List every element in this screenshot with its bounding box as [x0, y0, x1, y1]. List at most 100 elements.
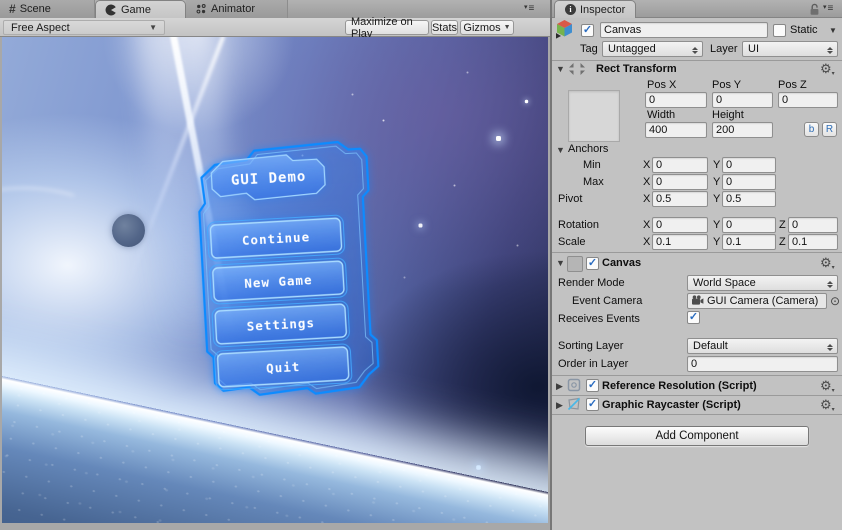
maximize-on-play-label: Maximize on Play — [351, 15, 413, 40]
gizmos-label: Gizmos — [463, 21, 501, 34]
canvas-component-icon — [567, 256, 583, 272]
divider — [552, 395, 842, 396]
scene-icon: # — [9, 2, 16, 16]
pos-y-field[interactable] — [712, 92, 773, 108]
canvas-component-title: Canvas — [602, 257, 642, 269]
render-mode-label: Render Mode — [558, 277, 625, 289]
pos-x-label: Pos X — [647, 79, 677, 91]
width-field[interactable] — [645, 122, 707, 138]
quit-button-label: Quit — [266, 359, 301, 376]
gear-icon[interactable]: ⚙▾ — [820, 62, 835, 81]
continue-button[interactable]: Continue — [206, 214, 346, 262]
info-icon: i — [565, 4, 576, 15]
aspect-dropdown[interactable]: Free Aspect ▼ — [3, 20, 165, 35]
tab-animator-label: Animator — [211, 3, 256, 15]
game-viewport: GUI Demo Continue New Game Settings Quit — [2, 37, 548, 523]
object-picker-icon[interactable]: ⊙ — [830, 295, 840, 307]
reference-resolution-foldout[interactable]: ▶ — [556, 381, 563, 392]
raw-edit-mode-button[interactable]: R — [822, 122, 837, 137]
anchor-preset-preview[interactable] — [568, 90, 620, 142]
anchor-max-y-field[interactable] — [722, 174, 776, 190]
y-axis-label: Y — [713, 236, 721, 248]
graphic-raycaster-enabled-checkbox[interactable] — [586, 398, 599, 411]
tab-animator[interactable]: Animator — [186, 0, 288, 18]
gameobject-name-field[interactable] — [600, 22, 768, 38]
x-axis-label: X — [643, 236, 651, 248]
pos-y-label: Pos Y — [712, 79, 742, 91]
anchors-label: Anchors — [568, 143, 609, 155]
rotation-y-field[interactable] — [722, 217, 776, 233]
pivot-label: Pivot — [558, 193, 583, 205]
scale-x-field[interactable] — [652, 234, 708, 250]
quit-button[interactable]: Quit — [214, 343, 353, 391]
pivot-y-field[interactable] — [722, 191, 776, 207]
tab-inspector[interactable]: i Inspector — [554, 0, 637, 18]
height-label: Height — [712, 109, 744, 121]
sorting-layer-dropdown[interactable]: Default — [687, 338, 838, 354]
rotation-z-field[interactable] — [788, 217, 838, 233]
render-mode-value: World Space — [693, 277, 756, 289]
pivot-x-field[interactable] — [652, 191, 708, 207]
tag-dropdown[interactable]: Untagged — [602, 41, 703, 57]
stats-button[interactable]: Stats — [431, 20, 458, 35]
sorting-layer-label: Sorting Layer — [558, 340, 624, 352]
canvas-foldout[interactable]: ▼ — [556, 258, 565, 268]
reference-resolution-enabled-checkbox[interactable] — [586, 379, 599, 392]
render-mode-dropdown[interactable]: World Space — [687, 275, 838, 291]
left-pane-menu-icon[interactable]: ▾≡ — [524, 3, 535, 14]
tab-game[interactable]: Game — [95, 0, 186, 18]
static-label: Static — [790, 24, 818, 36]
y-axis-label: Y — [713, 219, 721, 231]
pos-z-field[interactable] — [778, 92, 838, 108]
rect-transform-foldout[interactable]: ▼ — [556, 64, 565, 74]
anchor-max-x-field[interactable] — [652, 174, 708, 190]
tab-scene-label: Scene — [19, 3, 51, 15]
add-component-label: Add Component — [655, 430, 739, 442]
scale-z-field[interactable] — [788, 234, 838, 250]
gear-icon[interactable]: ⚙▾ — [820, 256, 835, 275]
rotation-label: Rotation — [558, 219, 599, 231]
anchor-min-x-field[interactable] — [652, 157, 708, 173]
height-field[interactable] — [712, 122, 773, 138]
lock-icon[interactable] — [809, 3, 820, 21]
anchor-min-y-field[interactable] — [722, 157, 776, 173]
stars-decoration — [2, 37, 3, 38]
layer-dropdown[interactable]: UI — [742, 41, 838, 57]
event-camera-label: Event Camera — [572, 295, 643, 307]
inspector-menu-icon[interactable]: ▾≡ — [823, 3, 834, 14]
blueprint-mode-button[interactable]: b — [804, 122, 819, 137]
event-camera-object-field[interactable]: GUI Camera (Camera) — [687, 293, 827, 309]
receives-events-checkbox[interactable] — [687, 311, 700, 324]
static-checkbox[interactable] — [773, 24, 786, 37]
y-axis-label: Y — [713, 159, 721, 171]
x-axis-label: X — [643, 219, 651, 231]
receives-events-label: Receives Events — [558, 313, 640, 325]
anchors-foldout[interactable]: ▼ — [556, 145, 565, 155]
rotation-x-field[interactable] — [652, 217, 708, 233]
chevron-down-icon: ▼ — [503, 24, 511, 31]
gameobject-enabled-checkbox[interactable] — [581, 24, 594, 37]
settings-button[interactable]: Settings — [211, 300, 350, 348]
x-axis-label: X — [643, 176, 651, 188]
tab-inspector-label: Inspector — [580, 3, 626, 16]
tag-value: Untagged — [608, 43, 656, 55]
canvas-enabled-checkbox[interactable] — [586, 257, 599, 270]
divider — [552, 60, 842, 61]
y-axis-label: Y — [713, 193, 721, 205]
pos-z-label: Pos Z — [778, 79, 807, 91]
order-in-layer-field[interactable] — [687, 356, 838, 372]
maximize-on-play-button[interactable]: Maximize on Play — [345, 16, 429, 40]
pos-x-field[interactable] — [645, 92, 707, 108]
static-dropdown-arrow-icon[interactable]: ▼ — [829, 26, 837, 35]
camera-icon — [691, 294, 704, 308]
gizmos-dropdown[interactable]: Gizmos ▼ — [460, 20, 514, 35]
gameobject-cube-icon[interactable] — [554, 18, 575, 44]
width-label: Width — [647, 109, 676, 121]
moon-decoration — [112, 214, 145, 247]
z-axis-label: Z — [779, 236, 786, 248]
tab-scene[interactable]: # Scene — [0, 0, 95, 18]
scale-y-field[interactable] — [722, 234, 776, 250]
new-game-button[interactable]: New Game — [209, 257, 348, 305]
add-component-button[interactable]: Add Component — [585, 426, 809, 446]
graphic-raycaster-foldout[interactable]: ▶ — [556, 400, 563, 411]
